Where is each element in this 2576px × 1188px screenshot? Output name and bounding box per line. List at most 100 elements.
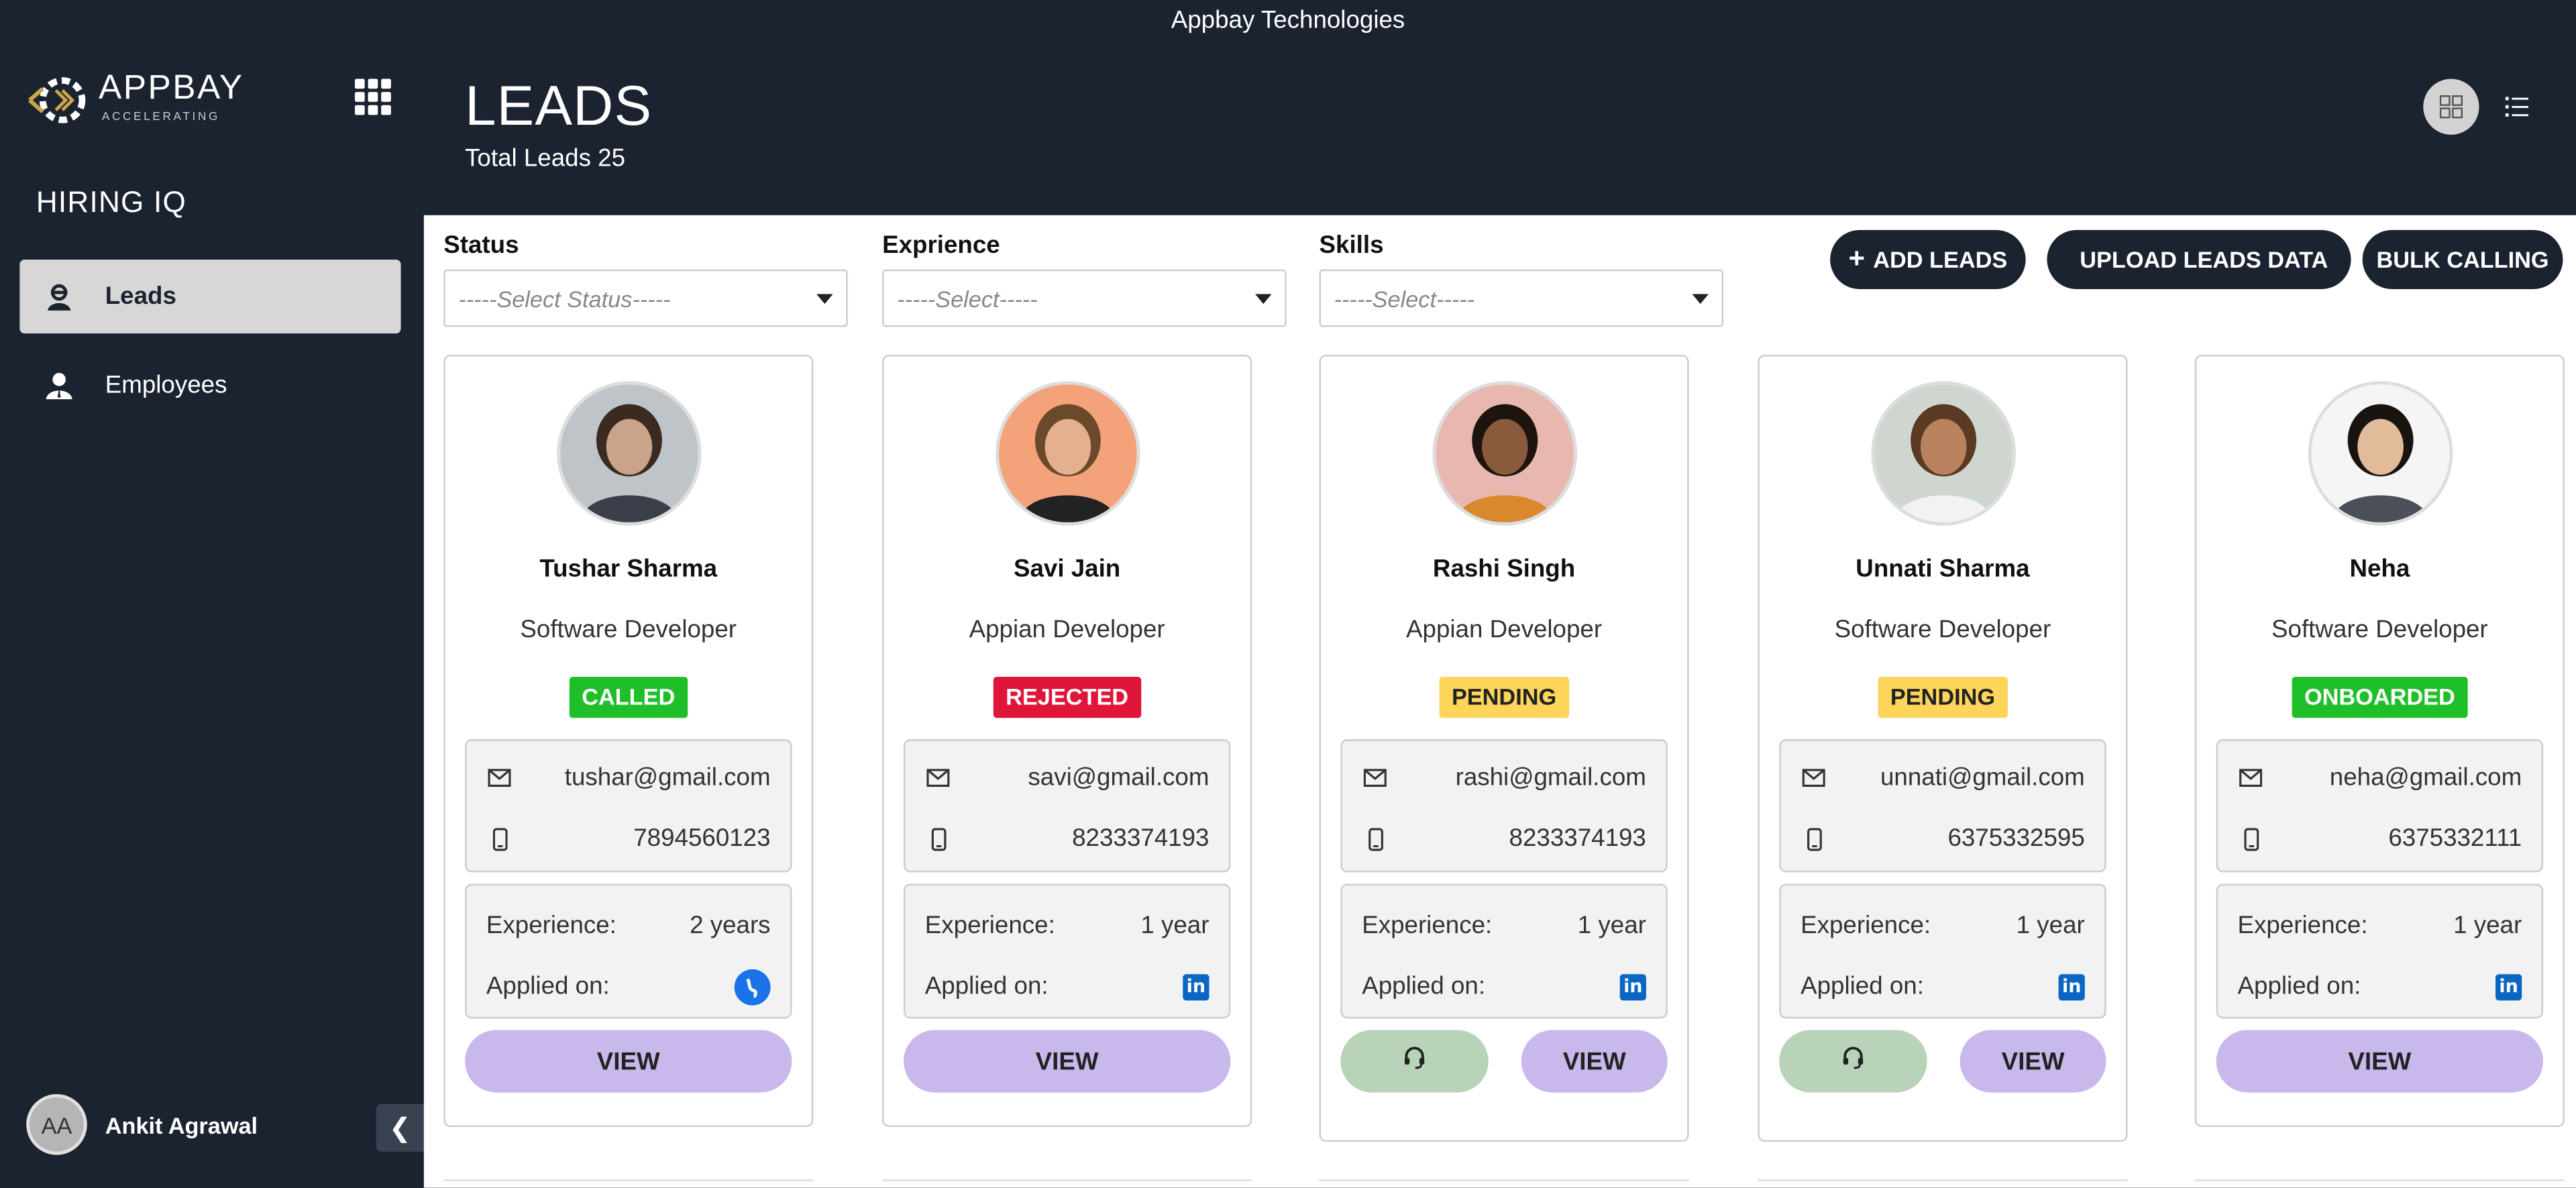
applied-on-row: Applied on: in — [905, 956, 1228, 1017]
view-button[interactable]: VIEW — [1960, 1030, 2106, 1093]
logo-tagline: ACCELERATING — [101, 111, 221, 123]
lead-phone: 8233374193 — [1072, 824, 1210, 853]
caret-down-icon — [1255, 293, 1272, 303]
user-profile[interactable]: AA Ankit Agrawal — [26, 1094, 258, 1155]
apps-grid-icon[interactable] — [354, 78, 391, 115]
status-badge: ONBOARDED — [2291, 676, 2469, 718]
phone-row: 8233374193 — [1342, 808, 1666, 869]
mobile-phone-icon — [1362, 826, 1388, 852]
email-row: unnati@gmail.com — [1781, 747, 2104, 808]
linkedin-icon: in — [1619, 973, 1646, 1000]
lead-role: Appian Developer — [1406, 616, 1603, 645]
lead-photo — [1432, 381, 1578, 526]
applied-on-row: Applied on: — [467, 956, 790, 1017]
experience-box: Experience: 1 year Applied on: in — [1340, 883, 1668, 1019]
next-row-card — [443, 1179, 814, 1187]
total-leads-count: Total Leads 25 — [465, 144, 626, 173]
lead-email: neha@gmail.com — [2329, 763, 2522, 792]
experience-label: Experience: — [486, 912, 616, 940]
skills-filter: Skills -----Select----- — [1319, 231, 1724, 327]
mobile-phone-icon — [925, 826, 951, 852]
skills-select[interactable]: -----Select----- — [1319, 269, 1724, 327]
lead-photo — [2308, 381, 2453, 526]
email-row: rashi@gmail.com — [1342, 747, 1666, 808]
mobile-phone-icon — [1801, 826, 1827, 852]
filter-label: Skills — [1319, 231, 1384, 260]
experience-box: Experience: 2 years Applied on: — [465, 883, 792, 1019]
filter-label: Exprience — [882, 231, 1000, 260]
collapse-sidebar-button[interactable]: ❮ — [376, 1103, 424, 1152]
plus-icon: + — [1848, 243, 1865, 274]
sidebar-item-leads[interactable]: Leads — [19, 259, 401, 334]
caret-down-icon — [1692, 293, 1709, 303]
avatar: AA — [26, 1094, 87, 1155]
lead-role: Software Developer — [2271, 616, 2488, 645]
view-button[interactable]: VIEW — [465, 1030, 792, 1093]
lead-name: Neha — [2349, 555, 2410, 584]
grid-view-toggle[interactable] — [2423, 78, 2479, 135]
lead-role: Software Developer — [1834, 616, 2051, 645]
lead-experience: 1 year — [1140, 912, 1210, 940]
next-row-card — [882, 1179, 1252, 1187]
applied-on-label: Applied on: — [1801, 972, 1924, 1001]
lead-card: Neha Software Developer ONBOARDED neha@gmai… — [2194, 354, 2565, 1128]
website-globe-icon — [734, 968, 771, 1005]
contact-box: unnati@gmail.com 6375332595 — [1779, 739, 2106, 873]
next-row-card — [1758, 1179, 2128, 1187]
lead-name: Tushar Sharma — [539, 555, 718, 584]
app-logo[interactable]: APPBAY ACCELERATING — [23, 66, 253, 135]
envelope-icon — [925, 765, 951, 791]
experience-label: Experience: — [1801, 912, 1931, 940]
list-view-toggle[interactable] — [2497, 87, 2536, 127]
envelope-icon — [2238, 765, 2264, 791]
filter-label: Status — [443, 231, 519, 260]
lead-email: rashi@gmail.com — [1455, 763, 1646, 792]
lead-card: Savi Jain Appian Developer REJECTED savi@gm… — [882, 354, 1252, 1128]
next-row-card — [1319, 1179, 1689, 1187]
status-badge: CALLED — [568, 676, 688, 718]
experience-box: Experience: 1 year Applied on: in — [2216, 883, 2544, 1019]
view-button[interactable]: VIEW — [2216, 1030, 2544, 1093]
lead-experience: 1 year — [1577, 912, 1646, 940]
mobile-phone-icon — [486, 826, 513, 852]
phone-row: 6375332111 — [2218, 808, 2541, 869]
headset-icon — [1401, 1044, 1428, 1078]
select-placeholder: -----Select----- — [897, 284, 1038, 312]
status-select[interactable]: -----Select Status----- — [443, 269, 848, 327]
lead-phone: 8233374193 — [1509, 824, 1646, 853]
app-window: Appbay Technologies APPBAY ACCELERATING … — [0, 0, 2576, 1188]
experience-row: Experience: 1 year — [905, 896, 1228, 957]
grid-view-icon — [2439, 95, 2463, 119]
envelope-icon — [486, 765, 513, 791]
lead-email: savi@gmail.com — [1028, 763, 1210, 792]
view-button[interactable]: VIEW — [903, 1030, 1231, 1093]
phone-row: 6375332595 — [1781, 808, 2104, 869]
sidebar-item-employees[interactable]: Employees — [19, 348, 400, 422]
bulk-calling-button[interactable]: BULK CALLING — [2362, 229, 2563, 290]
sidebar-item-label: Leads — [105, 282, 176, 311]
applied-on-row: Applied on: in — [1342, 956, 1666, 1017]
lead-phone: 6375332111 — [2388, 824, 2522, 853]
experience-select[interactable]: -----Select----- — [882, 269, 1287, 327]
lead-photo — [996, 381, 1140, 526]
mobile-phone-icon — [2238, 826, 2264, 852]
upload-leads-button[interactable]: UPLOAD LEADS DATA — [2047, 229, 2351, 290]
logo-text: APPBAY — [98, 68, 244, 107]
lead-role: Appian Developer — [969, 616, 1165, 645]
status-badge: PENDING — [1438, 676, 1570, 718]
headset-icon — [1840, 1044, 1866, 1078]
lead-name: Unnati Sharma — [1856, 555, 2030, 584]
lead-person-icon — [43, 280, 76, 313]
experience-label: Experience: — [2237, 912, 2368, 940]
button-label: BULK CALLING — [2376, 246, 2549, 273]
status-filter: Status -----Select Status----- — [443, 231, 848, 327]
lead-phone: 6375332595 — [1947, 824, 2085, 853]
lead-experience: 1 year — [2453, 912, 2522, 940]
email-row: savi@gmail.com — [905, 747, 1228, 808]
add-leads-button[interactable]: + ADD LEADS — [1830, 229, 2026, 290]
call-button[interactable] — [1779, 1030, 1927, 1093]
employee-person-icon — [43, 369, 76, 402]
lead-email: tushar@gmail.com — [564, 763, 771, 792]
call-button[interactable] — [1340, 1030, 1489, 1093]
view-button[interactable]: VIEW — [1521, 1030, 1668, 1093]
